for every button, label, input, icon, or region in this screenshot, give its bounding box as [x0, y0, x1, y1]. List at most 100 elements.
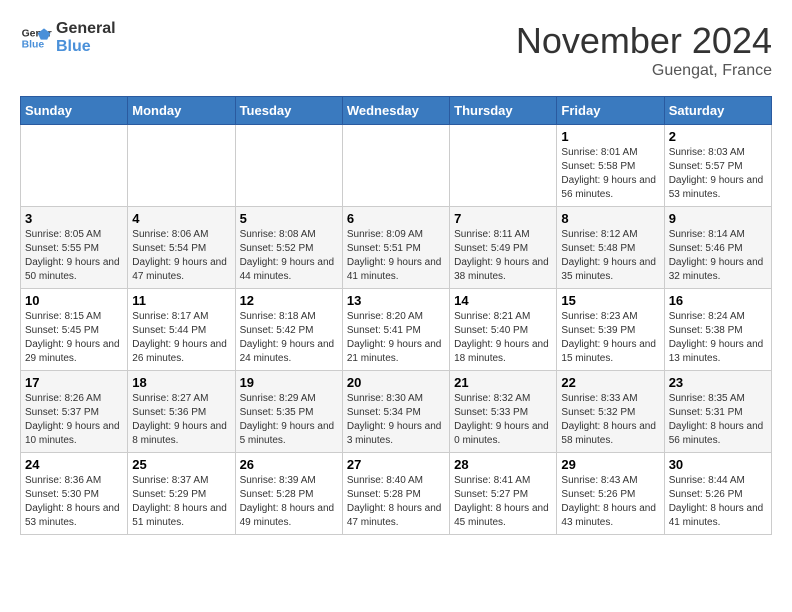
title-area: November 2024 Guengat, France [516, 20, 772, 80]
calendar-week-2: 10 Sunrise: 8:15 AMSunset: 5:45 PMDayligh… [21, 289, 772, 371]
day-number: 12 [240, 293, 338, 308]
day-number: 19 [240, 375, 338, 390]
day-info: Sunrise: 8:40 AMSunset: 5:28 PMDaylight:… [347, 474, 445, 530]
day-number: 16 [669, 293, 767, 308]
day-number: 5 [240, 211, 338, 226]
calendar-table: SundayMondayTuesdayWednesdayThursdayFrid… [20, 96, 772, 535]
header: General Blue General Blue November 2024 … [20, 20, 772, 80]
weekday-header-wednesday: Wednesday [342, 97, 449, 125]
day-number: 10 [25, 293, 123, 308]
day-info: Sunrise: 8:21 AMSunset: 5:40 PMDaylight:… [454, 310, 552, 366]
logo-line2: Blue [56, 38, 116, 56]
day-number: 21 [454, 375, 552, 390]
day-number: 30 [669, 457, 767, 472]
day-info: Sunrise: 8:27 AMSunset: 5:36 PMDaylight:… [132, 392, 230, 448]
calendar-cell [450, 125, 557, 207]
day-number: 4 [132, 211, 230, 226]
calendar-cell: 17 Sunrise: 8:26 AMSunset: 5:37 PMDayligh… [21, 371, 128, 453]
day-number: 9 [669, 211, 767, 226]
weekday-header-sunday: Sunday [21, 97, 128, 125]
logo-line1: General [56, 20, 116, 38]
calendar-cell [342, 125, 449, 207]
day-info: Sunrise: 8:30 AMSunset: 5:34 PMDaylight:… [347, 392, 445, 448]
day-info: Sunrise: 8:37 AMSunset: 5:29 PMDaylight:… [132, 474, 230, 530]
calendar-week-1: 3 Sunrise: 8:05 AMSunset: 5:55 PMDaylight… [21, 207, 772, 289]
calendar-week-0: 1Sunrise: 8:01 AMSunset: 5:58 PMDaylight… [21, 125, 772, 207]
day-number: 29 [561, 457, 659, 472]
day-info: Sunrise: 8:03 AMSunset: 5:57 PMDaylight:… [669, 146, 767, 202]
month-title: November 2024 [516, 20, 772, 62]
logo-icon: General Blue [20, 22, 52, 54]
day-info: Sunrise: 8:15 AMSunset: 5:45 PMDaylight:… [25, 310, 123, 366]
calendar-cell: 19Sunrise: 8:29 AMSunset: 5:35 PMDayligh… [235, 371, 342, 453]
day-info: Sunrise: 8:23 AMSunset: 5:39 PMDaylight:… [561, 310, 659, 366]
weekday-header-monday: Monday [128, 97, 235, 125]
day-number: 28 [454, 457, 552, 472]
calendar-body: 1Sunrise: 8:01 AMSunset: 5:58 PMDaylight… [21, 125, 772, 535]
day-info: Sunrise: 8:01 AMSunset: 5:58 PMDaylight:… [561, 146, 659, 202]
day-info: Sunrise: 8:32 AMSunset: 5:33 PMDaylight:… [454, 392, 552, 448]
day-info: Sunrise: 8:36 AMSunset: 5:30 PMDaylight:… [25, 474, 123, 530]
day-info: Sunrise: 8:11 AMSunset: 5:49 PMDaylight:… [454, 228, 552, 284]
day-info: Sunrise: 8:41 AMSunset: 5:27 PMDaylight:… [454, 474, 552, 530]
calendar-cell: 24Sunrise: 8:36 AMSunset: 5:30 PMDayligh… [21, 453, 128, 535]
day-number: 17 [25, 375, 123, 390]
calendar-cell: 23Sunrise: 8:35 AMSunset: 5:31 PMDayligh… [664, 371, 771, 453]
calendar-cell: 1Sunrise: 8:01 AMSunset: 5:58 PMDaylight… [557, 125, 664, 207]
calendar-cell: 30 Sunrise: 8:44 AMSunset: 5:26 PMDayligh… [664, 453, 771, 535]
calendar-cell [21, 125, 128, 207]
calendar-week-4: 24Sunrise: 8:36 AMSunset: 5:30 PMDayligh… [21, 453, 772, 535]
day-info: Sunrise: 8:17 AMSunset: 5:44 PMDaylight:… [132, 310, 230, 366]
calendar-cell: 26 Sunrise: 8:39 AMSunset: 5:28 PMDayligh… [235, 453, 342, 535]
day-number: 13 [347, 293, 445, 308]
calendar-cell: 22 Sunrise: 8:33 AMSunset: 5:32 PMDayligh… [557, 371, 664, 453]
calendar-cell: 8Sunrise: 8:12 AMSunset: 5:48 PMDaylight… [557, 207, 664, 289]
calendar-cell: 11 Sunrise: 8:17 AMSunset: 5:44 PMDayligh… [128, 289, 235, 371]
day-info: Sunrise: 8:06 AMSunset: 5:54 PMDaylight:… [132, 228, 230, 284]
day-info: Sunrise: 8:24 AMSunset: 5:38 PMDaylight:… [669, 310, 767, 366]
calendar-cell: 12 Sunrise: 8:18 AMSunset: 5:42 PMDayligh… [235, 289, 342, 371]
calendar-cell: 27 Sunrise: 8:40 AMSunset: 5:28 PMDayligh… [342, 453, 449, 535]
day-number: 18 [132, 375, 230, 390]
day-info: Sunrise: 8:05 AMSunset: 5:55 PMDaylight:… [25, 228, 123, 284]
logo: General Blue General Blue [20, 20, 116, 55]
day-info: Sunrise: 8:39 AMSunset: 5:28 PMDaylight:… [240, 474, 338, 530]
calendar-cell: 16 Sunrise: 8:24 AMSunset: 5:38 PMDayligh… [664, 289, 771, 371]
calendar-week-3: 17 Sunrise: 8:26 AMSunset: 5:37 PMDayligh… [21, 371, 772, 453]
calendar-cell: 6 Sunrise: 8:09 AMSunset: 5:51 PMDaylight… [342, 207, 449, 289]
calendar-cell: 21 Sunrise: 8:32 AMSunset: 5:33 PMDayligh… [450, 371, 557, 453]
day-number: 27 [347, 457, 445, 472]
weekday-header-friday: Friday [557, 97, 664, 125]
day-number: 20 [347, 375, 445, 390]
day-info: Sunrise: 8:09 AMSunset: 5:51 PMDaylight:… [347, 228, 445, 284]
day-info: Sunrise: 8:35 AMSunset: 5:31 PMDaylight:… [669, 392, 767, 448]
day-number: 8 [561, 211, 659, 226]
day-info: Sunrise: 8:33 AMSunset: 5:32 PMDaylight:… [561, 392, 659, 448]
calendar-header-row: SundayMondayTuesdayWednesdayThursdayFrid… [21, 97, 772, 125]
day-info: Sunrise: 8:14 AMSunset: 5:46 PMDaylight:… [669, 228, 767, 284]
day-info: Sunrise: 8:43 AMSunset: 5:26 PMDaylight:… [561, 474, 659, 530]
day-number: 11 [132, 293, 230, 308]
weekday-header-tuesday: Tuesday [235, 97, 342, 125]
calendar-cell [235, 125, 342, 207]
day-info: Sunrise: 8:18 AMSunset: 5:42 PMDaylight:… [240, 310, 338, 366]
day-number: 6 [347, 211, 445, 226]
day-number: 25 [132, 457, 230, 472]
calendar-cell: 7Sunrise: 8:11 AMSunset: 5:49 PMDaylight… [450, 207, 557, 289]
day-info: Sunrise: 8:44 AMSunset: 5:26 PMDaylight:… [669, 474, 767, 530]
calendar-cell: 15 Sunrise: 8:23 AMSunset: 5:39 PMDayligh… [557, 289, 664, 371]
calendar-cell: 20 Sunrise: 8:30 AMSunset: 5:34 PMDayligh… [342, 371, 449, 453]
day-number: 15 [561, 293, 659, 308]
day-number: 2 [669, 129, 767, 144]
day-number: 3 [25, 211, 123, 226]
calendar-cell: 4 Sunrise: 8:06 AMSunset: 5:54 PMDaylight… [128, 207, 235, 289]
calendar-cell: 14Sunrise: 8:21 AMSunset: 5:40 PMDayligh… [450, 289, 557, 371]
day-number: 22 [561, 375, 659, 390]
calendar-cell: 5Sunrise: 8:08 AMSunset: 5:52 PMDaylight… [235, 207, 342, 289]
weekday-header-saturday: Saturday [664, 97, 771, 125]
weekday-header-thursday: Thursday [450, 97, 557, 125]
day-number: 26 [240, 457, 338, 472]
location: Guengat, France [516, 62, 772, 80]
calendar-cell: 13Sunrise: 8:20 AMSunset: 5:41 PMDayligh… [342, 289, 449, 371]
day-info: Sunrise: 8:26 AMSunset: 5:37 PMDaylight:… [25, 392, 123, 448]
